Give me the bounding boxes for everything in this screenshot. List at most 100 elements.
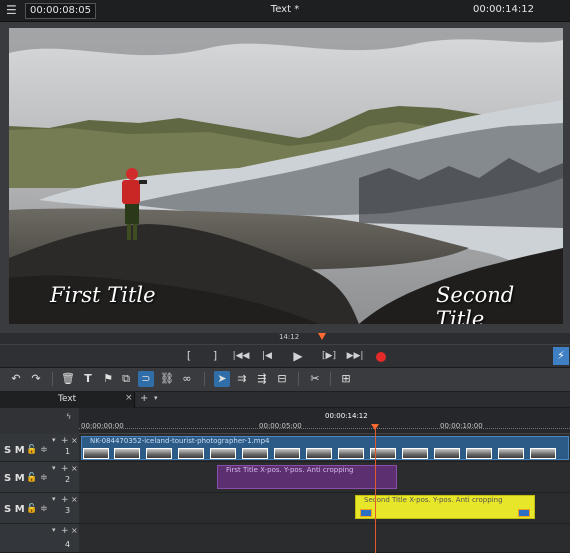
redo-icon[interactable]: ↷ xyxy=(28,371,44,387)
toolbar-divider xyxy=(204,372,205,386)
expand-arrow-icon[interactable]: ▾ xyxy=(52,526,56,534)
scissors-icon[interactable]: ✂ xyxy=(307,371,323,387)
ruler-current-timecode: 00:00:14:12 xyxy=(325,412,368,420)
track-lane-1: NK-084470352-iceland-tourist-photographe… xyxy=(79,434,570,462)
clip-thumbnail xyxy=(146,448,172,459)
delete-track-icon[interactable]: × xyxy=(71,464,78,473)
clip-thumbnail xyxy=(466,448,492,459)
timeline-panel: ϟ 00:00:14:12 00:00:00:00 00:00:05:00 00… xyxy=(0,408,570,553)
delete-track-icon[interactable]: × xyxy=(71,526,78,535)
previous-frame-button[interactable]: |◀ xyxy=(256,348,278,364)
preview-scrubber[interactable]: 14:12 xyxy=(0,333,570,344)
add-track-icon[interactable]: + xyxy=(61,526,69,536)
add-track-icon[interactable]: + xyxy=(61,436,69,446)
clip-thumbnail xyxy=(498,448,524,459)
track-number: 2 xyxy=(65,475,71,484)
lock-icon[interactable]: 🔓 ≑ xyxy=(26,445,48,455)
keyframe-icon[interactable] xyxy=(360,509,372,517)
clip-thumbnail xyxy=(306,448,332,459)
magnet-icon[interactable]: ⊃ xyxy=(138,371,154,387)
clip-thumbnail xyxy=(434,448,460,459)
track-number: 3 xyxy=(65,506,71,515)
unlink-icon[interactable]: ∞ xyxy=(179,371,195,387)
first-title-overlay[interactable]: First Title xyxy=(50,283,156,307)
track-header-2: ▾ + × S M 🔓 ≑ 2 xyxy=(0,462,79,493)
time-ruler[interactable]: 00:00:14:12 00:00:00:00 00:00:05:00 00:0… xyxy=(79,408,570,434)
go-to-end-button[interactable]: ▶▶| xyxy=(344,348,366,364)
preview-monitor: First Title Second Title xyxy=(0,22,570,333)
scrubber-timecode: 14:12 xyxy=(279,333,300,341)
pointer-tool-icon[interactable]: ➤ xyxy=(214,371,230,387)
track-header-1: ▾ + × S M 🔓 ≑ 1 xyxy=(0,434,79,462)
chevron-down-icon[interactable]: ▾ xyxy=(154,394,158,402)
expand-arrow-icon[interactable]: ▾ xyxy=(52,464,56,472)
clip-thumbnail xyxy=(370,448,396,459)
second-title-overlay[interactable]: Second Title xyxy=(436,283,563,324)
flag-marker-icon[interactable]: ⚑ xyxy=(100,371,116,387)
transport-controls: [ ] |◀◀ |◀ ▶ [▶] ▶▶| ⚡ xyxy=(0,344,570,368)
clip-thumbnail xyxy=(338,448,364,459)
multi-track-pointer-icon[interactable]: ⇶ xyxy=(254,371,270,387)
add-track-icon[interactable]: + xyxy=(61,464,69,474)
track-header-3: ▾ + × S M 🔓 ≑ 3 xyxy=(0,493,79,524)
first-title-clip[interactable]: First Title X-pos. Y-pos. Anti cropping xyxy=(217,465,397,489)
go-to-start-button[interactable]: |◀◀ xyxy=(230,348,252,364)
clip-thumbnail xyxy=(83,448,109,459)
playhead-line[interactable] xyxy=(375,428,376,553)
add-track-icon[interactable]: + xyxy=(61,495,69,505)
solo-mute-toggles[interactable]: S M xyxy=(4,473,25,484)
expand-arrow-icon[interactable]: ▾ xyxy=(52,495,56,503)
track-header-4: ▾ + × 4 xyxy=(0,524,79,553)
delete-track-icon[interactable]: × xyxy=(71,495,78,504)
keyframe-icon[interactable] xyxy=(518,509,530,517)
range-tool-icon[interactable]: ⊟ xyxy=(274,371,290,387)
landscape-image xyxy=(9,28,563,324)
video-clip[interactable]: NK-084470352-iceland-tourist-photographe… xyxy=(81,436,569,460)
project-tabs: Text × + ▾ xyxy=(0,392,570,408)
clip-name: NK-084470352-iceland-tourist-photographe… xyxy=(90,437,270,445)
title-bar: ☰ 00:00:08:05 Text * 00:00:14:12 xyxy=(0,0,570,22)
record-button[interactable] xyxy=(376,352,386,362)
track-lane-4 xyxy=(79,524,570,553)
play-button[interactable]: ▶ xyxy=(287,348,309,364)
tab-text[interactable]: Text × xyxy=(0,392,135,408)
link-icon[interactable]: ⛓ xyxy=(159,371,175,387)
expand-arrow-icon[interactable]: ▾ xyxy=(52,436,56,444)
delete-track-icon[interactable]: × xyxy=(71,436,78,445)
clip-thumbnail xyxy=(210,448,236,459)
text-icon[interactable]: T xyxy=(80,371,96,387)
track-lane-3: Second Title X-pos. Y-pos. Anti cropping xyxy=(79,493,570,524)
undo-icon[interactable]: ↶ xyxy=(8,371,24,387)
scrubber-position-marker[interactable] xyxy=(318,333,326,340)
track-number: 1 xyxy=(65,447,71,456)
second-title-clip[interactable]: Second Title X-pos. Y-pos. Anti cropping xyxy=(355,495,535,519)
tab-label: Text xyxy=(58,394,77,404)
clip-thumbnail xyxy=(530,448,556,459)
ruler-header: ϟ xyxy=(0,408,79,434)
insert-icon[interactable]: ⊞ xyxy=(338,371,354,387)
close-icon[interactable]: × xyxy=(125,393,133,403)
mark-in-button[interactable]: [ xyxy=(178,348,200,364)
solo-mute-toggles[interactable]: S M xyxy=(4,504,25,515)
ripple-pointer-icon[interactable]: ⇉ xyxy=(234,371,250,387)
trash-icon[interactable]: 🗑 xyxy=(60,371,76,387)
lock-icon[interactable]: 🔓 ≑ xyxy=(26,504,48,514)
ruler-ticks xyxy=(79,428,570,429)
video-frame: First Title Second Title xyxy=(9,28,563,324)
clip-thumbnail xyxy=(178,448,204,459)
clip-thumbnail xyxy=(114,448,140,459)
track-lane-2: First Title X-pos. Y-pos. Anti cropping xyxy=(79,462,570,493)
track-number: 4 xyxy=(65,540,71,549)
toolbar-divider xyxy=(330,372,331,386)
add-tab-icon[interactable]: + xyxy=(140,393,148,404)
lightning-icon[interactable]: ϟ xyxy=(66,412,71,421)
next-marker-button[interactable]: [▶] xyxy=(318,348,340,364)
lock-icon[interactable]: 🔓 ≑ xyxy=(26,473,48,483)
mark-out-button[interactable]: ] xyxy=(204,348,226,364)
clip-thumbnail xyxy=(402,448,428,459)
clip-name: Second Title X-pos. Y-pos. Anti cropping xyxy=(364,496,503,504)
flash-icon[interactable]: ⚡ xyxy=(553,347,569,365)
split-clip-icon[interactable]: ⧉ xyxy=(118,371,134,387)
solo-mute-toggles[interactable]: S M xyxy=(4,445,25,456)
toolbar-divider xyxy=(298,372,299,386)
